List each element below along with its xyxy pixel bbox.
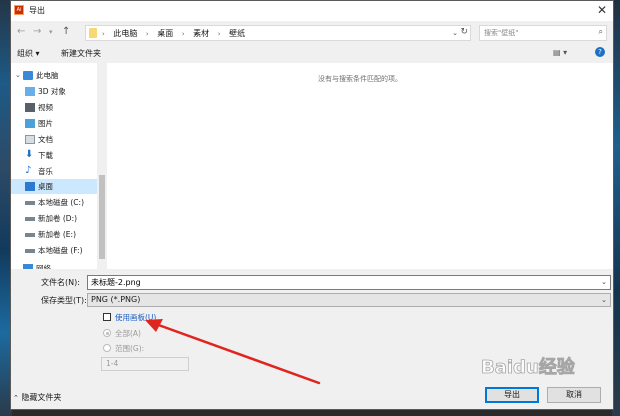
annotation-arrow — [145, 319, 321, 385]
export-dialog: Ai 导出 ✕ ← → ▾ ↑ › 此电脑 › 桌面 › 素材 › 壁纸 ⌄ ↻… — [10, 0, 614, 410]
